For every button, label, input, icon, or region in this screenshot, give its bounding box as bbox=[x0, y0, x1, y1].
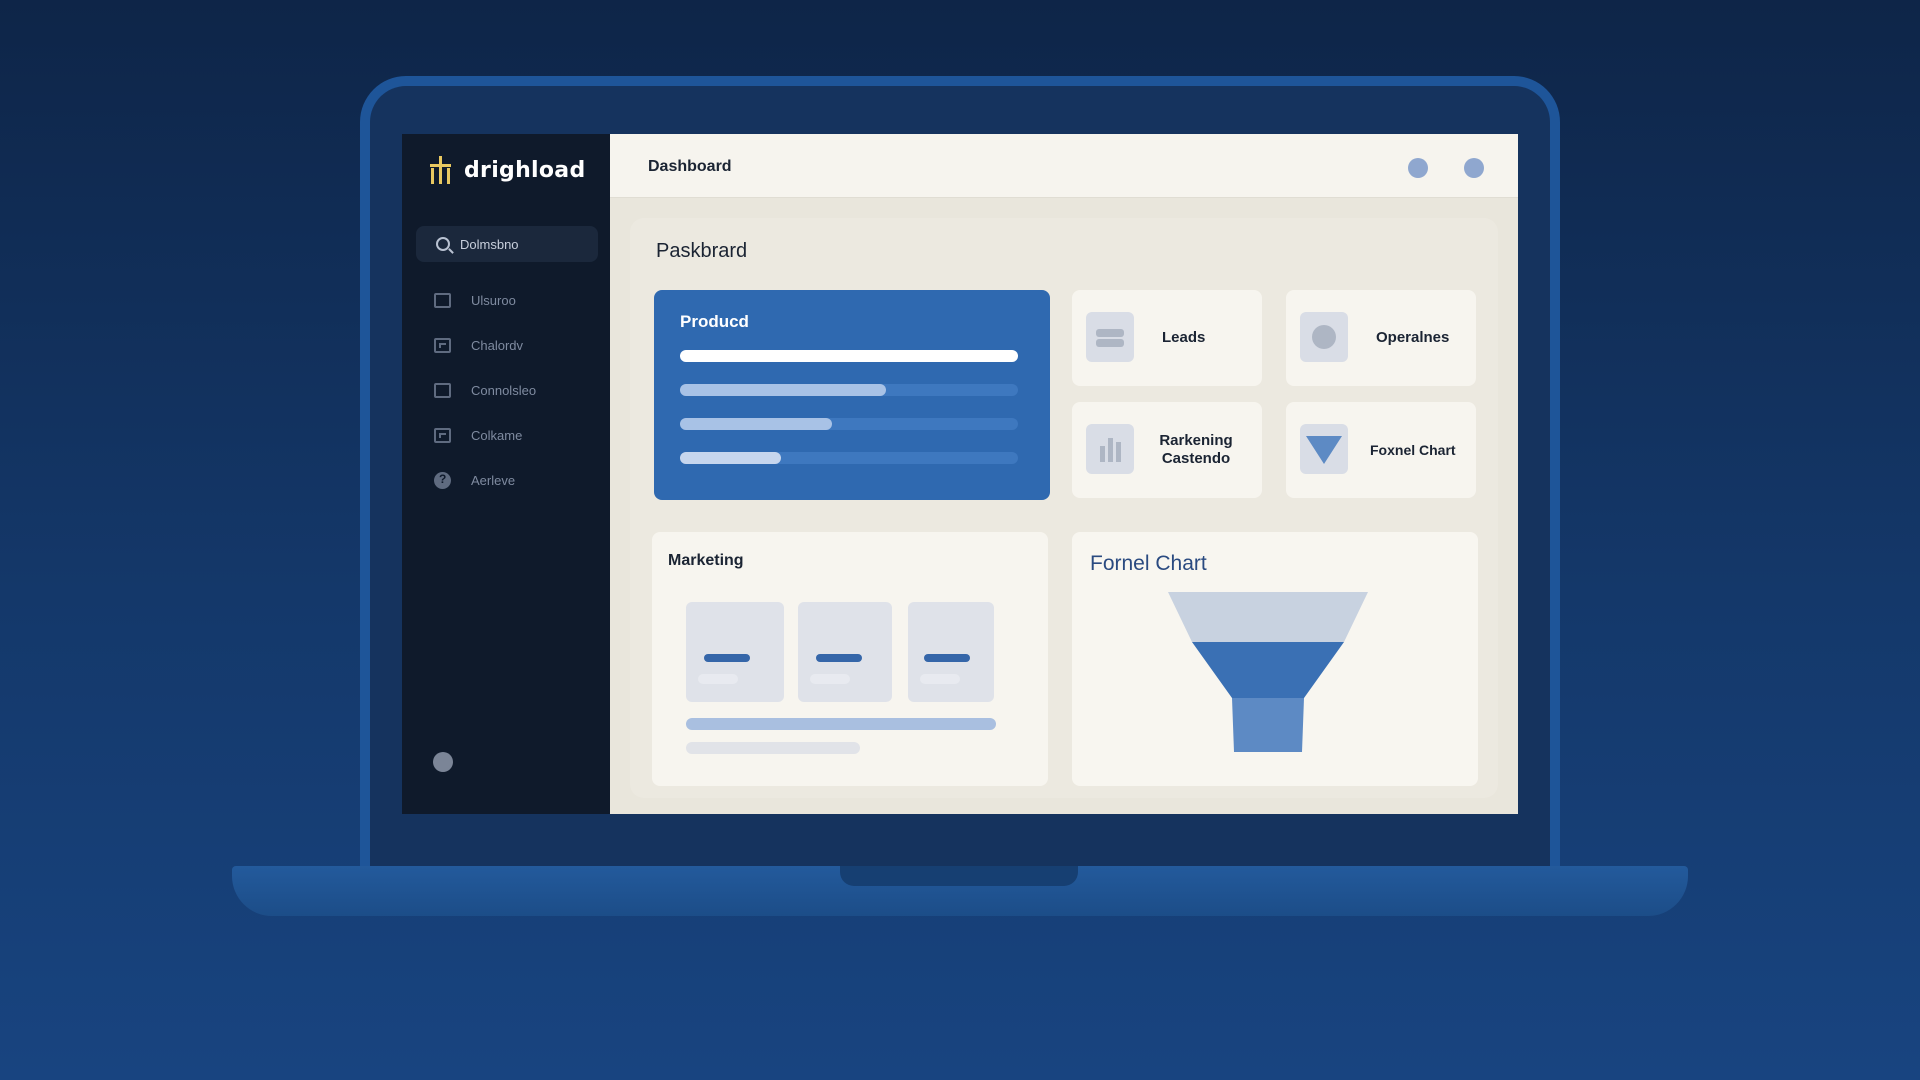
laptop-notch bbox=[840, 866, 1078, 886]
sidebar-item-label: Connolsleo bbox=[471, 383, 537, 398]
tile-label: Operalnes bbox=[1376, 329, 1450, 346]
product-progress-1 bbox=[680, 350, 1018, 362]
circle-icon bbox=[1300, 312, 1348, 362]
tile-foxnel-chart[interactable]: Foxnel Chart bbox=[1286, 402, 1476, 498]
progress-fill bbox=[680, 350, 1018, 362]
app-screen: drighload Dolmsbno Ulsuroo Chalordv Conn… bbox=[402, 134, 1518, 814]
sidebar-item-label: Aerleve bbox=[471, 473, 516, 488]
sidebar-search-label: Dolmsbno bbox=[460, 236, 519, 252]
funnel-stage-middle bbox=[1192, 642, 1344, 698]
marketing-item-bar bbox=[816, 654, 862, 662]
tile-label: Rarkening Castendo bbox=[1146, 402, 1246, 498]
tile-operalnes[interactable]: Operalnes bbox=[1286, 290, 1476, 386]
calendar-icon bbox=[434, 428, 451, 443]
marketing-card[interactable]: Marketing bbox=[652, 532, 1048, 786]
marketing-item-placeholder bbox=[698, 674, 738, 684]
panel-title: Paskbrard bbox=[656, 240, 748, 262]
marketing-item[interactable] bbox=[798, 602, 892, 702]
grid-icon bbox=[434, 338, 451, 353]
marketing-item[interactable] bbox=[908, 602, 994, 702]
product-card[interactable]: Producd bbox=[654, 290, 1050, 500]
funnel-title: Fornel Chart bbox=[1090, 552, 1207, 575]
profile-icon[interactable] bbox=[1464, 158, 1484, 178]
funnel-graphic bbox=[1168, 592, 1368, 752]
tile-leads[interactable]: Leads bbox=[1072, 290, 1262, 386]
marketing-progress-line bbox=[686, 718, 996, 730]
bars-icon bbox=[1086, 424, 1134, 474]
sidebar-nav: Ulsuroo Chalordv Connolsleo Colkame Aerl… bbox=[434, 278, 536, 503]
user-avatar[interactable] bbox=[433, 752, 453, 772]
tile-label-line-2: Castendo bbox=[1161, 450, 1231, 467]
sidebar-item-4[interactable]: Colkame bbox=[434, 413, 536, 458]
help-icon bbox=[434, 472, 451, 489]
top-bar: Dashboard bbox=[610, 134, 1518, 198]
sidebar-item-2[interactable]: Chalordv bbox=[434, 323, 536, 368]
marketing-item-bar bbox=[704, 654, 750, 662]
card-icon bbox=[434, 383, 451, 398]
sidebar-item-5[interactable]: Aerleve bbox=[434, 458, 536, 503]
marketing-item-placeholder bbox=[810, 674, 850, 684]
product-progress-4 bbox=[680, 452, 1018, 464]
product-progress-3 bbox=[680, 418, 1018, 430]
tile-label: Leads bbox=[1162, 329, 1206, 346]
progress-fill bbox=[680, 384, 887, 396]
dashboard-panel: Paskbrard Producd Leads Operalnes Rarken… bbox=[630, 218, 1498, 798]
sidebar-search[interactable]: Dolmsbno bbox=[416, 226, 598, 262]
logo-icon bbox=[430, 156, 452, 184]
sidebar-item-3[interactable]: Connolsleo bbox=[434, 368, 536, 413]
marketing-item-placeholder bbox=[920, 674, 960, 684]
image-icon bbox=[434, 293, 451, 308]
sidebar-item-1[interactable]: Ulsuroo bbox=[434, 278, 536, 323]
brand-name: drighload bbox=[464, 157, 586, 183]
marketing-title: Marketing bbox=[668, 552, 744, 569]
progress-fill bbox=[680, 418, 833, 430]
search-icon bbox=[436, 237, 450, 251]
sidebar-item-label: Chalordv bbox=[471, 338, 524, 353]
funnel-stage-top bbox=[1168, 592, 1368, 642]
product-progress-2 bbox=[680, 384, 1018, 396]
brand[interactable]: drighload bbox=[430, 156, 586, 184]
tile-label: Foxnel Chart bbox=[1370, 442, 1456, 458]
marketing-placeholder-line bbox=[686, 742, 860, 754]
sidebar-item-label: Colkame bbox=[471, 428, 523, 443]
tile-rarkening[interactable]: Rarkening Castendo bbox=[1072, 402, 1262, 498]
funnel-stage-bottom bbox=[1232, 698, 1304, 752]
sidebar: drighload Dolmsbno Ulsuroo Chalordv Conn… bbox=[402, 134, 610, 814]
progress-fill bbox=[680, 452, 782, 464]
product-title: Producd bbox=[680, 312, 749, 331]
stack-icon bbox=[1086, 312, 1134, 362]
marketing-item-bar bbox=[924, 654, 970, 662]
funnel-icon bbox=[1300, 424, 1348, 474]
funnel-card[interactable]: Fornel Chart bbox=[1072, 532, 1478, 786]
sidebar-item-label: Ulsuroo bbox=[471, 293, 516, 308]
marketing-item[interactable] bbox=[686, 602, 784, 702]
notification-icon[interactable] bbox=[1408, 158, 1428, 178]
tile-label-line-1: Rarkening bbox=[1159, 432, 1233, 449]
page-title: Dashboard bbox=[648, 158, 732, 175]
